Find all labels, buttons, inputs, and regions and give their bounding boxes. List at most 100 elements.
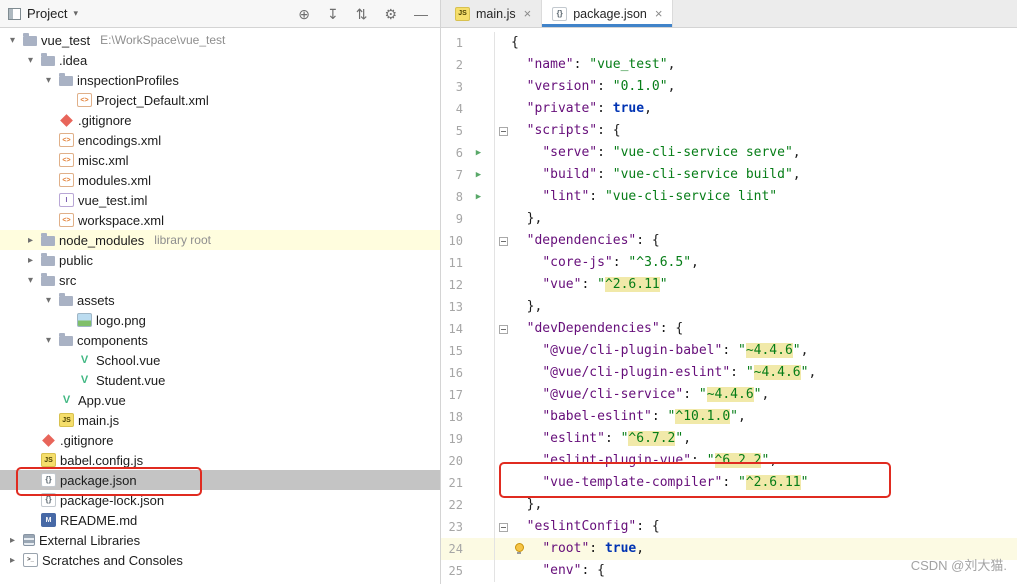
tree-item-Project_Default.xml[interactable]: <> Project_Default.xml — [0, 90, 440, 110]
code-line-17[interactable]: 17 "@vue/cli-service": "~4.4.6", — [441, 384, 1017, 406]
hide-panel-icon[interactable]: — — [414, 7, 428, 21]
code-line-11[interactable]: 11 "core-js": "^3.6.5", — [441, 252, 1017, 274]
code-line-7[interactable]: 7 ▶ "build": "vue-cli-service build", — [441, 164, 1017, 186]
line-number: 23 — [448, 520, 463, 534]
scroll-to-source-icon[interactable]: ↧ — [327, 7, 339, 21]
tree-item-modules.xml[interactable]: <> modules.xml — [0, 170, 440, 190]
code-line-19[interactable]: 19 "eslint": "^6.7.2", — [441, 428, 1017, 450]
fold-column — [495, 274, 511, 296]
code-text: "eslint": "^6.7.2", — [542, 431, 692, 446]
tree-item-Student.vue[interactable]: V Student.vue — [0, 370, 440, 390]
code-line-5[interactable]: 5 "scripts": { — [441, 120, 1017, 142]
code-line-12[interactable]: 12 "vue": "^2.6.11" — [441, 274, 1017, 296]
fold-marker-icon[interactable] — [498, 324, 508, 334]
tree-item-External Libraries[interactable]: ▸ External Libraries — [0, 530, 440, 550]
settings-gear-icon[interactable]: ⚙ — [384, 7, 397, 21]
fold-marker-icon[interactable] — [498, 126, 508, 136]
code-text: "root": true, — [542, 541, 645, 556]
image-file-icon — [77, 313, 92, 327]
chevron-right-icon[interactable]: ▸ — [6, 535, 19, 546]
code-line-16[interactable]: 16 "@vue/cli-plugin-eslint": "~4.4.6", — [441, 362, 1017, 384]
chevron-down-icon[interactable]: ▾ — [42, 335, 55, 346]
tree-item-src[interactable]: ▾ src — [0, 270, 440, 290]
tree-item-assets[interactable]: ▾ assets — [0, 290, 440, 310]
xml-file-icon: <> — [77, 93, 92, 107]
folder-icon — [41, 53, 55, 66]
tree-item-.gitignore[interactable]: .gitignore — [0, 110, 440, 130]
tree-item-.gitignore[interactable]: .gitignore — [0, 430, 440, 450]
code-line-21[interactable]: 21 "vue-template-compiler": "^2.6.11" — [441, 472, 1017, 494]
project-view-selector[interactable]: Project — [27, 6, 67, 21]
fold-marker-icon[interactable] — [498, 236, 508, 246]
tree-item-label: package-lock.json — [60, 492, 165, 508]
tree-item-node_modules[interactable]: ▸ node_modules library root — [0, 230, 440, 250]
tree-item-School.vue[interactable]: V School.vue — [0, 350, 440, 370]
line-number: 22 — [448, 498, 463, 512]
code-text: }, — [511, 211, 543, 226]
code-line-23[interactable]: 23 "eslintConfig": { — [441, 516, 1017, 538]
line-number: 8 — [455, 190, 463, 204]
tree-item-babel.config.js[interactable]: JS babel.config.js — [0, 450, 440, 470]
run-script-icon[interactable]: ▶ — [476, 142, 481, 164]
collapse-all-icon[interactable]: ⇅ — [356, 7, 368, 21]
tree-item-components[interactable]: ▾ components — [0, 330, 440, 350]
tree-item-label: public — [59, 252, 93, 268]
code-line-2[interactable]: 2 "name": "vue_test", — [441, 54, 1017, 76]
tree-item-workspace.xml[interactable]: <> workspace.xml — [0, 210, 440, 230]
code-line-18[interactable]: 18 "babel-eslint": "^10.1.0", — [441, 406, 1017, 428]
tree-item-README.md[interactable]: M README.md — [0, 510, 440, 530]
code-editor[interactable]: 1{2 "name": "vue_test", 3 "version": "0.1… — [441, 28, 1017, 584]
editor-tab-main.js[interactable]: JS main.js × — [445, 0, 543, 27]
code-line-14[interactable]: 14 "devDependencies": { — [441, 318, 1017, 340]
chevron-right-icon[interactable]: ▸ — [24, 255, 37, 266]
tab-close-icon[interactable]: × — [655, 6, 663, 21]
chevron-down-icon[interactable]: ▾ — [6, 35, 19, 46]
tab-close-icon[interactable]: × — [524, 6, 532, 21]
tree-item-inspectionProfiles[interactable]: ▾ inspectionProfiles — [0, 70, 440, 90]
code-line-4[interactable]: 4 "private": true, — [441, 98, 1017, 120]
tree-item-label: babel.config.js — [60, 452, 144, 468]
tree-item-App.vue[interactable]: V App.vue — [0, 390, 440, 410]
fold-column — [495, 450, 511, 472]
js-file-icon: JS — [455, 6, 470, 21]
tree-item-package.json[interactable]: {} package.json — [0, 470, 440, 490]
run-script-icon[interactable]: ▶ — [476, 186, 481, 208]
code-line-9[interactable]: 9 }, — [441, 208, 1017, 230]
chevron-down-icon[interactable]: ▾ — [42, 295, 55, 306]
fold-marker-icon[interactable] — [498, 522, 508, 532]
code-line-10[interactable]: 10 "dependencies": { — [441, 230, 1017, 252]
intention-bulb-icon[interactable] — [515, 543, 524, 554]
chevron-down-icon[interactable]: ▾ — [42, 75, 55, 86]
tree-item-main.js[interactable]: JS main.js — [0, 410, 440, 430]
tree-item-Scratches and Consoles[interactable]: ▸ >_ Scratches and Consoles — [0, 550, 440, 570]
run-script-icon[interactable]: ▶ — [476, 164, 481, 186]
chevron-down-icon[interactable]: ▾ — [73, 8, 78, 19]
tree-item-vue_test.iml[interactable]: Ivue_test.iml — [0, 190, 440, 210]
code-line-8[interactable]: 8 ▶ "lint": "vue-cli-service lint" — [441, 186, 1017, 208]
code-line-13[interactable]: 13 }, — [441, 296, 1017, 318]
tree-item-misc.xml[interactable]: <> misc.xml — [0, 150, 440, 170]
tree-item-logo.png[interactable]: logo.png — [0, 310, 440, 330]
chevron-down-icon[interactable]: ▾ — [24, 55, 37, 66]
locate-file-icon[interactable]: ⊕ — [298, 7, 310, 21]
tree-item-suffix: library root — [154, 233, 211, 247]
json-file-icon: {} — [41, 493, 56, 507]
tree-item-label: .gitignore — [60, 432, 114, 448]
project-tool-window-icon[interactable] — [8, 7, 21, 20]
code-line-3[interactable]: 3 "version": "0.1.0", — [441, 76, 1017, 98]
editor-tab-package.json[interactable]: {} package.json × — [542, 0, 674, 27]
tree-item-package-lock.json[interactable]: {} package-lock.json — [0, 490, 440, 510]
code-line-20[interactable]: 20 "eslint-plugin-vue": "^6.2.2", — [441, 450, 1017, 472]
tree-item-encodings.xml[interactable]: <> encodings.xml — [0, 130, 440, 150]
chevron-right-icon[interactable]: ▸ — [6, 555, 19, 566]
code-line-22[interactable]: 22 }, — [441, 494, 1017, 516]
chevron-down-icon[interactable]: ▾ — [24, 275, 37, 286]
tree-item-vue_test[interactable]: ▾ vue_test E:\WorkSpace\vue_test — [0, 30, 440, 50]
chevron-right-icon[interactable]: ▸ — [24, 235, 37, 246]
code-line-1[interactable]: 1{ — [441, 32, 1017, 54]
code-line-6[interactable]: 6 ▶ "serve": "vue-cli-service serve", — [441, 142, 1017, 164]
gutter-icon-slot — [463, 54, 495, 76]
tree-item-public[interactable]: ▸ public — [0, 250, 440, 270]
tree-item-.idea[interactable]: ▾ .idea — [0, 50, 440, 70]
code-line-15[interactable]: 15 "@vue/cli-plugin-babel": "~4.4.6", — [441, 340, 1017, 362]
